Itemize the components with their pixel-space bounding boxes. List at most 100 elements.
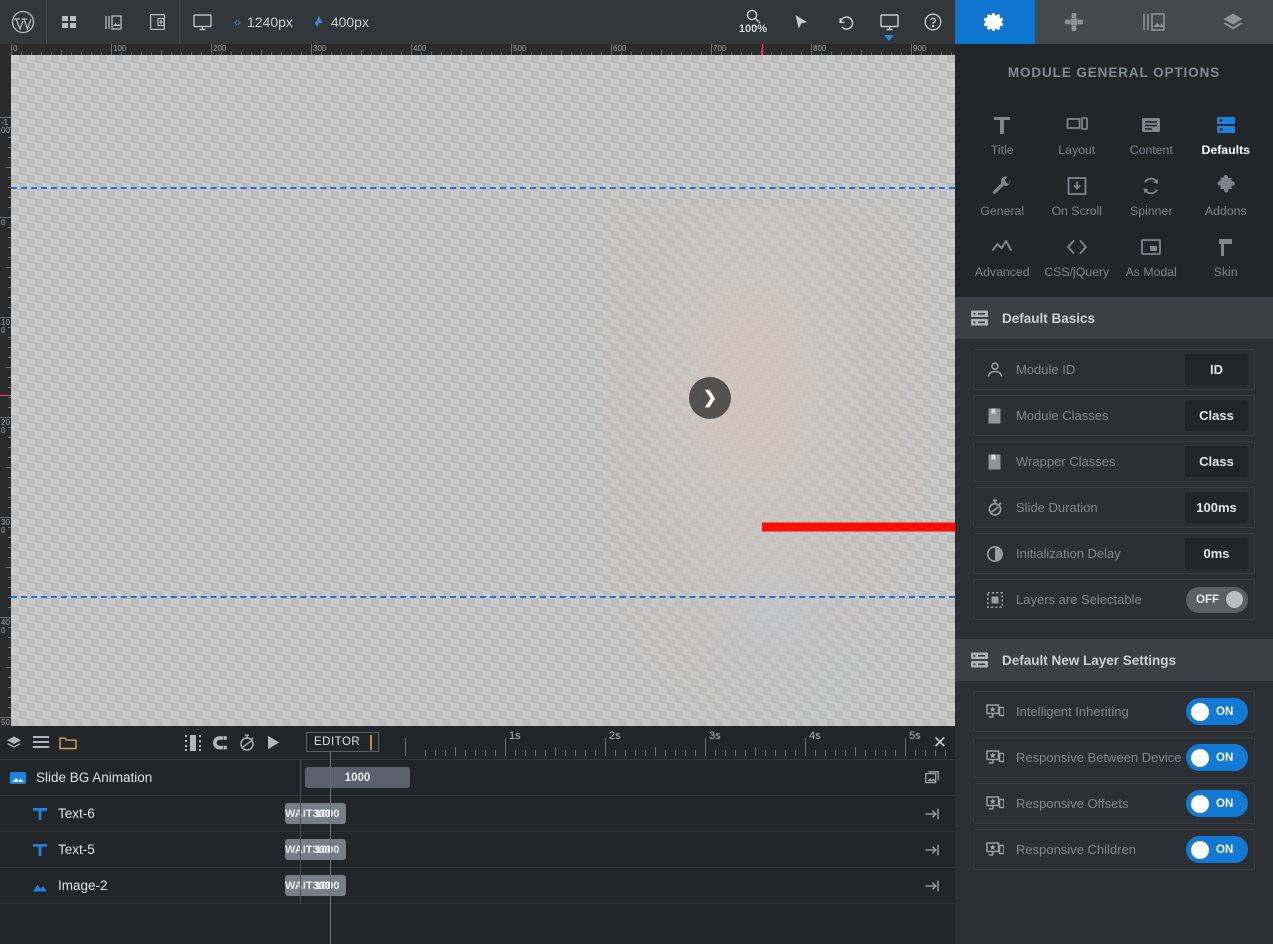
preview-monitor-icon[interactable]: [867, 0, 911, 44]
help-icon[interactable]: [911, 0, 955, 44]
toggle-knob: [1191, 840, 1209, 859]
timeline-lane[interactable]: WAIT300 1000: [285, 796, 955, 832]
grid-view-icon[interactable]: [47, 0, 91, 44]
horizontal-ruler[interactable]: 0 100 200 300 400 500 600 700 800 900: [0, 44, 955, 55]
nav-item-general[interactable]: General: [965, 169, 1040, 222]
preview-dropdown-caret-icon[interactable]: [884, 35, 894, 41]
option-row-responsive-children[interactable]: Responsive Children ON: [973, 829, 1255, 870]
bookmark-icon: [986, 453, 1016, 471]
option-toggle[interactable]: ON: [1186, 744, 1248, 771]
list-icon[interactable]: [27, 726, 54, 760]
timeline-lane[interactable]: 1000: [300, 760, 955, 796]
timeline-row[interactable]: Text-5 WAIT300 1000: [0, 832, 955, 868]
timeline-lane[interactable]: WAIT300 1000: [285, 832, 955, 868]
slider-next-arrow-icon[interactable]: ❯: [689, 377, 731, 419]
editor-range-chip[interactable]: EDITOR: [306, 732, 379, 752]
timeline-row[interactable]: Slide BG Animation 1000: [0, 760, 955, 796]
nav-item-layout[interactable]: Layout: [1040, 108, 1115, 161]
nav-item-as-modal[interactable]: As Modal: [1114, 230, 1189, 283]
tab-navigation[interactable]: [1035, 0, 1115, 44]
magnet-icon[interactable]: [206, 726, 233, 760]
timeline-row[interactable]: Image-2 WAIT300 1000: [0, 868, 955, 904]
timeline-tick: [825, 750, 826, 756]
responsive-icon: [986, 841, 1016, 859]
stopwatch-icon[interactable]: [233, 726, 260, 760]
slide-canvas[interactable]: ❯: [11, 55, 955, 726]
ruler-tick-label: 300: [313, 44, 327, 53]
tab-slides[interactable]: [1114, 0, 1194, 44]
option-row-initialization-delay[interactable]: Initialization Delay 0ms: [973, 533, 1255, 574]
nav-item-advanced[interactable]: Advanced: [965, 230, 1040, 283]
nav-item-defaults[interactable]: Defaults: [1189, 108, 1264, 161]
timeline-playhead-line: [330, 752, 331, 944]
timeline-origin-line: [300, 760, 301, 796]
option-toggle[interactable]: ON: [1186, 698, 1248, 725]
zoom-control[interactable]: 100%: [727, 0, 779, 44]
canvas-width-control[interactable]: ‹› 1240px: [224, 14, 303, 30]
timeline-tick: [485, 750, 486, 756]
vertical-ruler[interactable]: -1000100200300400500: [0, 55, 11, 726]
timeline-tick: [935, 750, 936, 756]
timeline-ruler[interactable]: EDITOR ✕ 1s2s3s4s5s6: [300, 726, 955, 760]
timeline-lane[interactable]: WAIT300 1000: [285, 868, 955, 904]
device-monitor-icon[interactable]: [180, 0, 224, 44]
wordpress-logo[interactable]: [0, 0, 46, 44]
nav-item-skin[interactable]: Skin: [1189, 230, 1264, 283]
canvas-height-control[interactable]: ▲ ▼ 400px: [303, 13, 379, 30]
option-value-field[interactable]: 0ms: [1185, 538, 1248, 569]
layers-icon[interactable]: [0, 726, 27, 760]
tab-module-settings[interactable]: [955, 0, 1035, 44]
nav-item-title[interactable]: Title: [965, 108, 1040, 161]
option-row-wrapper-classes[interactable]: Wrapper Classes Class: [973, 441, 1255, 482]
option-toggle[interactable]: OFF: [1186, 586, 1248, 613]
nav-item-css-jquery[interactable]: CSS/jQuery: [1040, 230, 1115, 283]
modal-icon: [1140, 236, 1162, 258]
timeline-tick: [795, 750, 796, 756]
timeline-tick: [515, 750, 516, 756]
option-toggle[interactable]: ON: [1186, 836, 1248, 863]
advanced-icon: [991, 236, 1013, 258]
timeline-bar[interactable]: 1000: [305, 767, 410, 788]
option-row-responsive-offsets[interactable]: Responsive Offsets ON: [973, 783, 1255, 824]
nav-item-spinner[interactable]: Spinner: [1114, 169, 1189, 222]
snap-grid-icon[interactable]: [179, 726, 206, 760]
option-value-field[interactable]: Class: [1185, 400, 1248, 431]
slides-library-icon[interactable]: [91, 0, 135, 44]
option-row-layers-are-selectable[interactable]: Layers are Selectable OFF: [973, 579, 1255, 620]
nav-item-label: On Scroll: [1051, 204, 1103, 218]
add-slide-icon[interactable]: [135, 0, 179, 44]
option-row-slide-duration[interactable]: Slide Duration 100ms: [973, 487, 1255, 528]
timeline-bar-duration-label: 1000: [315, 843, 340, 856]
nav-item-on-scroll[interactable]: On Scroll: [1040, 169, 1115, 222]
option-value-field[interactable]: ID: [1185, 354, 1248, 385]
section-header[interactable]: Default Basics: [955, 297, 1273, 339]
timeline-tick: [675, 750, 676, 756]
undo-icon[interactable]: [823, 0, 867, 44]
option-row-module-id[interactable]: Module ID ID: [973, 349, 1255, 390]
timeline-row[interactable]: Text-6 WAIT300 1000: [0, 796, 955, 832]
editor-chip-handle[interactable]: [370, 735, 372, 750]
nav-item-addons[interactable]: Addons: [1189, 169, 1264, 222]
ruler-tick-label: 900: [913, 44, 927, 53]
guide-line-bottom[interactable]: [11, 596, 955, 598]
section-header-label: Default New Layer Settings: [1002, 652, 1177, 668]
nav-item-content[interactable]: Content: [1114, 108, 1189, 161]
timeline-tick: [715, 750, 716, 756]
option-value-field[interactable]: 100ms: [1185, 492, 1248, 523]
cursor-icon[interactable]: [779, 0, 823, 44]
option-value-field[interactable]: Class: [1185, 446, 1248, 477]
option-row-responsive-between-device[interactable]: Responsive Between Device ON: [973, 737, 1255, 778]
section-header[interactable]: Default New Layer Settings: [955, 639, 1273, 681]
option-row-module-classes[interactable]: Module Classes Class: [973, 395, 1255, 436]
bookmark-icon: [986, 407, 1016, 425]
play-icon[interactable]: [260, 726, 287, 760]
timeline-bar-duration-label: 1000: [315, 807, 340, 820]
guide-line-top[interactable]: [11, 187, 955, 189]
folder-icon[interactable]: [54, 726, 81, 760]
tab-layers[interactable]: [1194, 0, 1273, 44]
content-icon: [1140, 114, 1162, 136]
option-toggle[interactable]: ON: [1186, 790, 1248, 817]
option-label: Layers are Selectable: [1016, 592, 1142, 607]
option-row-intelligent-inheriting[interactable]: Intelligent Inheriting ON: [973, 691, 1255, 732]
nav-item-label: CSS/jQuery: [1044, 265, 1110, 279]
